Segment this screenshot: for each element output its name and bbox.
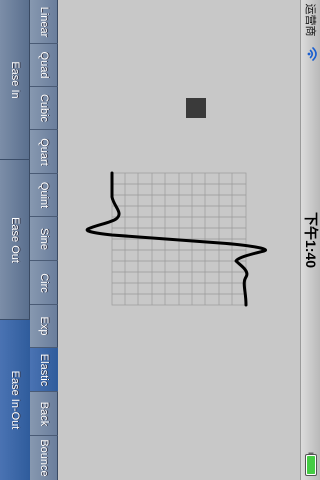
wifi-icon	[307, 47, 317, 61]
ease-in-out-label: Ease In-Out	[9, 370, 21, 430]
func-bounce-label: Bounce	[38, 439, 50, 477]
ease-type-control: Ease In Ease Out Ease In-Out	[0, 0, 30, 480]
carrier-label: 运营商	[304, 3, 316, 37]
func-cubic-button[interactable]: Cubic	[30, 87, 58, 130]
battery-icon	[305, 452, 317, 476]
func-exp-label: Exp	[38, 316, 50, 336]
clock-area: 下午1:40	[301, 210, 320, 270]
easing-function-control: Linear Quad Cubic Quart Quint Sine Circ …	[30, 0, 58, 480]
func-quad-button[interactable]: Quad	[30, 44, 58, 87]
func-circ-label: Circ	[38, 272, 50, 293]
func-quad-label: Quad	[38, 51, 50, 79]
func-quart-button[interactable]: Quart	[30, 130, 58, 174]
animated-square	[186, 98, 206, 118]
ease-in-out-button[interactable]: Ease In-Out	[0, 320, 30, 480]
carrier-area: 运营商	[301, 0, 320, 40]
func-quint-button[interactable]: Quint	[30, 174, 58, 217]
ease-out-label: Ease Out	[9, 216, 21, 263]
easing-curve-graph	[85, 171, 268, 307]
func-sine-button[interactable]: Sine	[30, 217, 58, 261]
func-elastic-button[interactable]: Elastic	[30, 348, 58, 392]
func-exp-button[interactable]: Exp	[30, 305, 58, 348]
ease-in-label: Ease In	[9, 60, 21, 99]
func-circ-button[interactable]: Circ	[30, 261, 58, 305]
ease-out-button[interactable]: Ease Out	[0, 160, 30, 320]
func-back-label: Back	[38, 401, 50, 426]
func-sine-label: Sine	[38, 227, 50, 250]
func-elastic-label: Elastic	[38, 353, 50, 386]
func-quint-label: Quint	[38, 181, 50, 209]
func-bounce-button[interactable]: Bounce	[30, 436, 58, 480]
func-linear-button[interactable]: Linear	[30, 0, 58, 44]
status-bar: 运营商 下午1:40	[300, 0, 320, 480]
func-back-button[interactable]: Back	[30, 392, 58, 436]
status-time: 下午1:40	[303, 211, 319, 269]
func-quart-label: Quart	[38, 137, 50, 166]
func-cubic-label: Cubic	[38, 93, 50, 123]
func-linear-label: Linear	[38, 6, 50, 37]
ease-in-button[interactable]: Ease In	[0, 0, 30, 160]
